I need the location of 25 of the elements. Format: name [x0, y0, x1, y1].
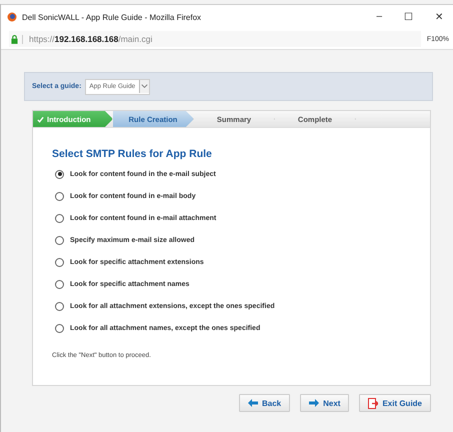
radio-button[interactable] — [55, 192, 64, 200]
window-title: Dell SonicWALL - App Rule Guide - Mozilla Firefox — [22, 12, 202, 22]
exit-door-icon — [368, 398, 378, 408]
radio-button[interactable] — [55, 324, 64, 332]
left-arrow-icon — [248, 399, 258, 407]
radio-button[interactable] — [55, 214, 64, 222]
caret-icon — [139, 80, 150, 93]
right-arrow-icon — [309, 399, 320, 407]
check-icon — [37, 116, 44, 122]
address-bar[interactable]: https://192.168.168.168/main.cgi — [9, 31, 421, 47]
next-button[interactable]: Next — [300, 394, 350, 412]
radio-button[interactable] — [55, 258, 64, 266]
minimize-button[interactable]: – — [376, 11, 382, 23]
maximize-button[interactable]: ☐ — [404, 11, 413, 23]
lock-icon — [11, 34, 23, 44]
section-heading: Select SMTP Rules for App Rule — [52, 148, 213, 160]
close-button[interactable]: ✕ — [435, 11, 443, 23]
radio-button[interactable] — [55, 302, 64, 310]
url-text: https://192.168.168.168/main.cgi — [29, 34, 152, 44]
radio-button[interactable] — [55, 280, 64, 288]
browser-logo-icon — [7, 12, 17, 22]
exit-button[interactable]: Exit Guide — [359, 394, 431, 412]
radio-button[interactable] — [55, 236, 64, 244]
radio-button[interactable] — [55, 170, 64, 178]
back-button[interactable]: Back — [238, 394, 290, 412]
